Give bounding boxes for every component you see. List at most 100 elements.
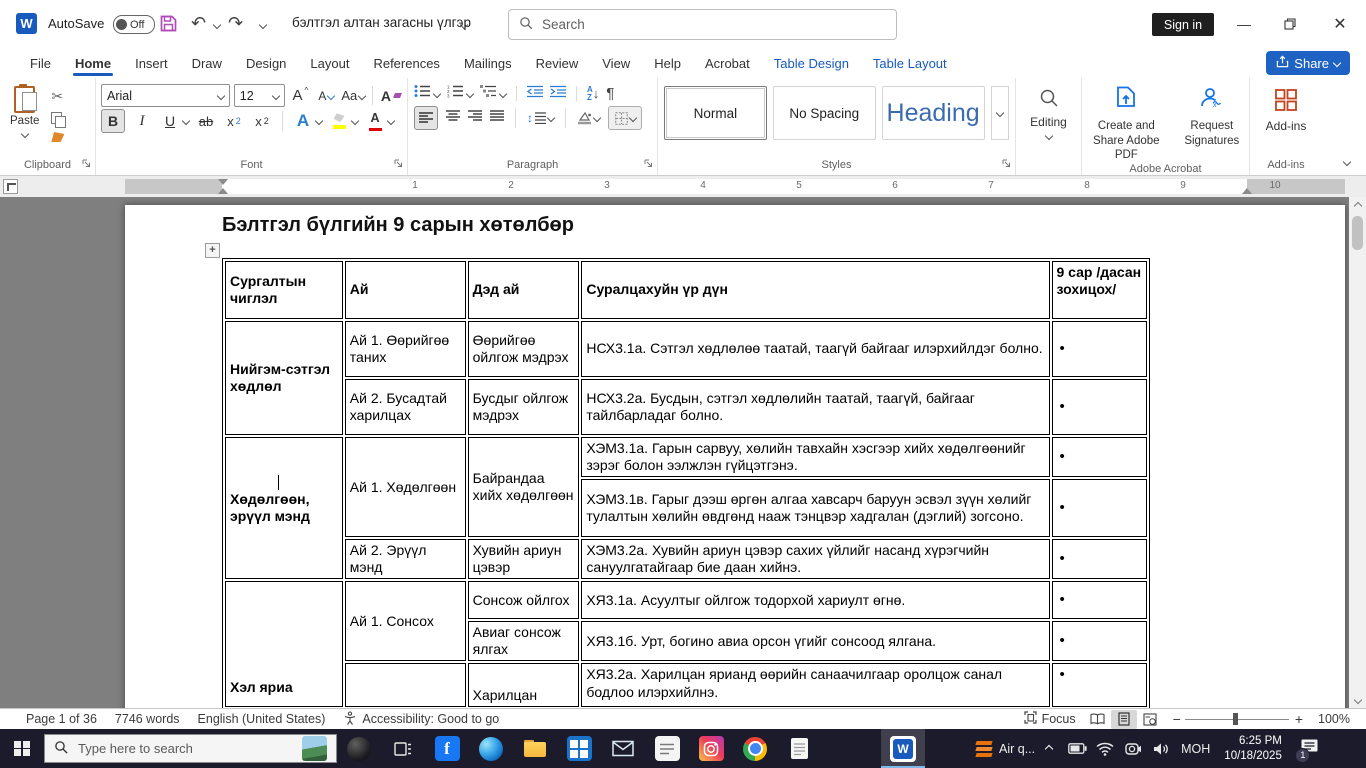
page-indicator[interactable]: Page 1 of 36 <box>0 709 106 729</box>
format-painter-icon[interactable] <box>51 132 65 142</box>
bold-button[interactable]: B <box>101 109 125 133</box>
edge-icon[interactable] <box>469 729 513 768</box>
table-row[interactable]: Харилцан ХЯ3.2а. Харилцан ярианд өөрийн … <box>225 663 1147 708</box>
ai-cell[interactable]: Ай 1. Сонсох <box>344 581 466 662</box>
print-layout-button[interactable] <box>1110 709 1137 729</box>
facebook-icon[interactable]: f <box>425 729 469 768</box>
subscript-button[interactable]: x2 <box>223 110 245 132</box>
result-cell[interactable]: ХЭМ3.1в. Гарыг дээш өргөн алгаа хавсарч … <box>581 479 1050 538</box>
weather-widget-icon[interactable] <box>302 736 327 761</box>
search-input[interactable]: Search <box>508 9 897 40</box>
tab-draw[interactable]: Draw <box>180 48 234 78</box>
style-heading[interactable]: Heading <box>881 86 985 140</box>
highlight-color-button[interactable] <box>328 110 350 132</box>
bullet-cell[interactable]: • <box>1051 539 1147 580</box>
white-document-icon[interactable] <box>777 729 821 768</box>
quick-access-dropdown-icon[interactable] <box>258 20 268 30</box>
air-quality-tray-icon[interactable] <box>969 729 999 768</box>
battery-icon[interactable] <box>1063 729 1091 768</box>
section-cell[interactable]: Хэл яриа <box>225 581 343 708</box>
header-cell[interactable]: Суралцахуйн үр дүн <box>581 261 1050 319</box>
editing-button[interactable]: Editing <box>1016 84 1081 141</box>
sign-in-button[interactable]: Sign in <box>1152 13 1214 36</box>
bullet-cell[interactable]: • <box>1051 437 1147 478</box>
tab-design[interactable]: Design <box>234 48 298 78</box>
tab-file[interactable]: File <box>18 48 63 78</box>
undo-dropdown-icon[interactable] <box>212 20 222 30</box>
result-cell[interactable]: ХЯ3.1а. Асуултыг ойлгож тодорхой хариулт… <box>581 581 1050 620</box>
blue-grid-app-icon[interactable] <box>557 729 601 768</box>
multilevel-dropdown-icon[interactable] <box>498 89 508 98</box>
ai-cell[interactable] <box>344 663 466 708</box>
text-effects-dropdown-icon[interactable] <box>314 116 324 126</box>
result-cell[interactable]: ХЭМ3.2а. Хувийн ариун цэвэр сахих үйлийг… <box>581 539 1050 580</box>
paragraph-dialog-launcher-icon[interactable] <box>644 159 653 171</box>
zoom-in-button[interactable]: + <box>1289 709 1309 729</box>
change-case-icon[interactable]: Aa <box>341 85 367 107</box>
vertical-scrollbar[interactable] <box>1349 197 1366 708</box>
document-page[interactable]: Бэлтгэл бүлгийн 9 сарын хөтөлбөр + Сурга… <box>125 205 1345 708</box>
air-quality-label[interactable]: Air q... <box>999 742 1035 756</box>
pilcrow-icon[interactable]: ¶ <box>606 85 614 102</box>
align-left-button[interactable] <box>414 106 438 130</box>
ai-cell[interactable]: Ай 1. Өөрийгөө таних <box>344 321 466 377</box>
header-cell[interactable]: Ай <box>344 261 466 319</box>
wifi-icon[interactable] <box>1091 729 1119 768</box>
bullet-list-icon[interactable] <box>414 84 431 103</box>
input-language-indicator[interactable]: MOH <box>1175 742 1216 756</box>
justify-button[interactable] <box>490 109 504 127</box>
font-size-combo[interactable]: 12 <box>233 84 286 107</box>
font-color-button[interactable]: A <box>364 110 386 132</box>
font-color-dropdown-icon[interactable] <box>386 116 396 126</box>
tab-table-design[interactable]: Table Design <box>762 48 861 78</box>
section-cell[interactable]: Нийгэм-сэтгэл хөдлөл <box>225 321 343 435</box>
horizontal-ruler[interactable]: 1 2 3 4 5 6 7 8 9 10 <box>125 179 1345 194</box>
decrease-indent-icon[interactable] <box>526 85 543 103</box>
autosave-toggle[interactable]: Off <box>113 15 155 34</box>
ded-ai-cell[interactable]: Харилцан <box>467 663 580 708</box>
tab-selector[interactable] <box>3 179 18 194</box>
underline-button[interactable]: U <box>159 110 181 132</box>
styles-dialog-launcher-icon[interactable] <box>1002 159 1011 171</box>
superscript-button[interactable]: x2 <box>251 110 273 132</box>
ded-ai-cell[interactable]: Авиаг сонсож ялгах <box>467 621 580 662</box>
font-name-combo[interactable]: Arial <box>101 84 230 107</box>
chrome-icon[interactable] <box>733 729 777 768</box>
table-header-row[interactable]: Сургалтын чиглэл Ай Дэд ай Суралцахуйн ү… <box>225 261 1147 319</box>
ai-cell[interactable]: Ай 1. Хөдөлгөөн <box>344 437 466 538</box>
read-mode-button[interactable] <box>1085 710 1111 729</box>
ai-cell[interactable]: Ай 2. Эрүүл мэнд <box>344 539 466 580</box>
bullet-cell[interactable]: • <box>1051 379 1147 435</box>
tab-help[interactable]: Help <box>642 48 693 78</box>
scroll-down-icon[interactable] <box>1349 691 1366 708</box>
style-normal[interactable]: Normal <box>664 86 767 140</box>
header-cell[interactable]: 9 сар /дасан зохицох/ <box>1051 261 1147 319</box>
task-view-icon[interactable] <box>381 729 425 768</box>
mail-icon[interactable] <box>601 729 645 768</box>
addins-button[interactable]: Add-ins <box>1250 84 1322 134</box>
ded-ai-cell[interactable]: Өөрийгөө ойлгож мэдрэх <box>467 321 580 377</box>
table-move-handle-icon[interactable]: + <box>205 243 220 258</box>
first-line-indent-marker[interactable] <box>218 179 228 185</box>
font-dialog-launcher-icon[interactable] <box>394 159 403 171</box>
focus-button[interactable]: Focus <box>1015 709 1085 729</box>
document-table[interactable]: Сургалтын чиглэл Ай Дэд ай Суралцахуйн ү… <box>222 258 1150 708</box>
result-cell[interactable]: ХЯ3.1б. Урт, богино авиа орсон үгийг сон… <box>581 621 1050 662</box>
minimize-button[interactable]: — <box>1229 9 1259 39</box>
zoom-level[interactable]: 100% <box>1309 709 1366 729</box>
undo-icon[interactable]: ↶ <box>191 14 206 32</box>
style-no-spacing[interactable]: No Spacing <box>772 86 876 140</box>
clipboard-dialog-launcher-icon[interactable] <box>82 159 91 171</box>
share-button[interactable]: Share <box>1266 51 1350 75</box>
italic-button[interactable]: I <box>131 110 153 132</box>
highlight-dropdown-icon[interactable] <box>350 116 360 126</box>
ded-ai-cell[interactable]: Сонсож ойлгох <box>467 581 580 620</box>
file-explorer-icon[interactable] <box>513 729 557 768</box>
paste-button[interactable]: Paste <box>4 84 45 139</box>
section-cell[interactable]: Хөдөлгөөн, эрүүл мэнд <box>225 437 343 580</box>
ded-ai-cell[interactable]: Байрандаа хийх хөдөлгөөн <box>467 437 580 538</box>
multilevel-list-icon[interactable] <box>480 84 497 103</box>
table-row[interactable]: Хэл яриа Ай 1. Сонсох Сонсож ойлгох ХЯ3.… <box>225 581 1147 708</box>
copy-icon[interactable] <box>51 112 67 128</box>
clear-formatting-icon[interactable]: A <box>380 85 402 107</box>
